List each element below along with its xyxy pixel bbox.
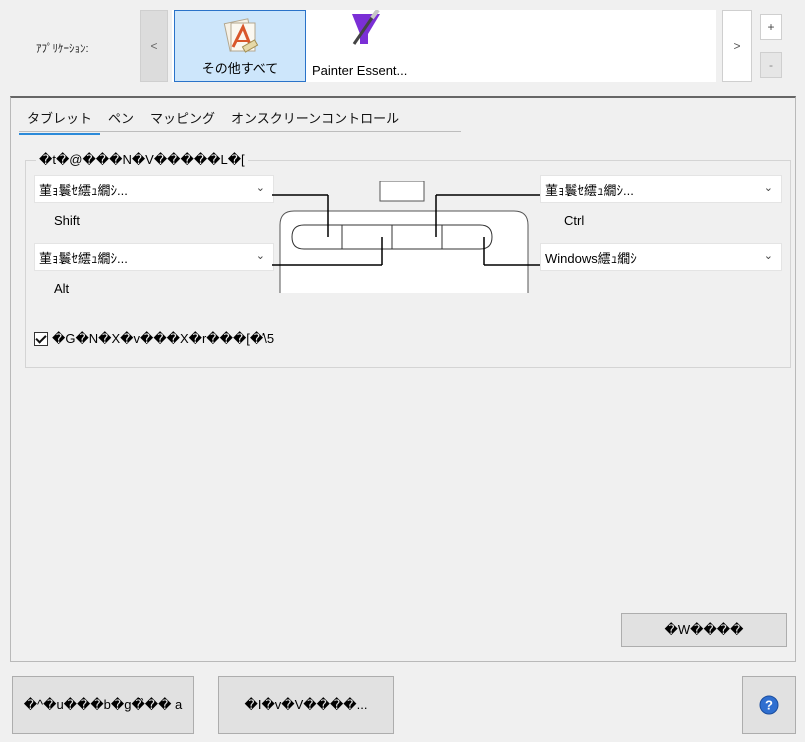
checkbox-checked-icon[interactable] xyxy=(34,332,48,346)
express-key-2-dropdown[interactable]: 菫ｮ鬟ｾ繧ｭ繝ｼ... ⌄ xyxy=(34,243,274,271)
chevron-down-icon: ⌄ xyxy=(255,182,265,194)
application-label: ｱﾌﾟﾘｹｰｼｮﾝ: xyxy=(36,43,89,55)
app-scroll-left-button[interactable]: < xyxy=(140,10,168,82)
help-icon: ? xyxy=(759,695,779,715)
painter-essentials-icon xyxy=(352,10,380,45)
express-keys-group: �t�@���N�V�����L�[ 菫ｮ鬟ｾ繧ｭ繝ｼ... ⌄ Shift 菫… xyxy=(25,152,791,368)
help-button[interactable]: ? xyxy=(742,676,796,734)
express-view-setting[interactable]: �G�N�X�v���X�r���[�̕\5 xyxy=(34,331,274,347)
chevron-down-icon: ⌄ xyxy=(763,250,773,262)
dropdown-value: 菫ｮ鬟ｾ繧ｭ繝ｼ... xyxy=(545,182,634,198)
express-key-1-dropdown[interactable]: 菫ｮ鬟ｾ繧ｭ繝ｼ... ⌄ xyxy=(34,175,274,203)
settings-panel: タブレット ペン マッピング オンスクリーンコントロール �t�@���N�V�… xyxy=(10,96,796,662)
checkbox-label: �G�N�X�v���X�r���[�̕\5 xyxy=(52,331,275,346)
default-button[interactable]: �W���� xyxy=(621,613,787,647)
group-title: �t�@���N�V�����L�[ xyxy=(36,152,248,168)
dropdown-value: Windows繧ｭ繝ｼ xyxy=(545,250,637,266)
chevron-down-icon: ⌄ xyxy=(255,250,265,262)
app-tile-painter-essentials[interactable]: Painter Essent... xyxy=(310,10,450,82)
tab-divider xyxy=(19,131,461,132)
options-button[interactable]: �I�v�V����... xyxy=(218,676,394,734)
app-tile-label: Painter Essent... xyxy=(312,63,408,78)
add-application-button[interactable]: + xyxy=(760,14,782,40)
dropdown-value: 菫ｮ鬟ｾ繧ｭ繝ｼ... xyxy=(39,182,128,198)
express-key-2-modifier: Alt xyxy=(54,281,70,296)
express-key-1-modifier: Shift xyxy=(54,213,81,228)
app-scroll-right-button[interactable]: > xyxy=(722,10,752,82)
express-key-3-modifier: Ctrl xyxy=(564,213,585,228)
express-key-4-dropdown[interactable]: Windows繧ｭ繝ｼ ⌄ xyxy=(540,243,782,271)
express-key-3-dropdown[interactable]: 菫ｮ鬟ｾ繧ｭ繝ｼ... ⌄ xyxy=(540,175,782,203)
tablet-diagram xyxy=(272,181,542,293)
chevron-down-icon: ⌄ xyxy=(763,182,773,194)
dropdown-value: 菫ｮ鬟ｾ繧ｭ繝ｼ... xyxy=(39,250,128,266)
all-apps-icon xyxy=(223,18,259,53)
app-tile-label: その他すべて xyxy=(201,61,279,76)
app-tile-all-other[interactable]: その他すべて xyxy=(174,10,306,82)
application-list: その他すべて Painter Essent... xyxy=(172,10,716,82)
svg-text:?: ? xyxy=(765,698,773,713)
remove-application-button[interactable]: - xyxy=(760,52,782,78)
about-button[interactable]: �^�u���b�g�̏�� a xyxy=(12,676,194,734)
